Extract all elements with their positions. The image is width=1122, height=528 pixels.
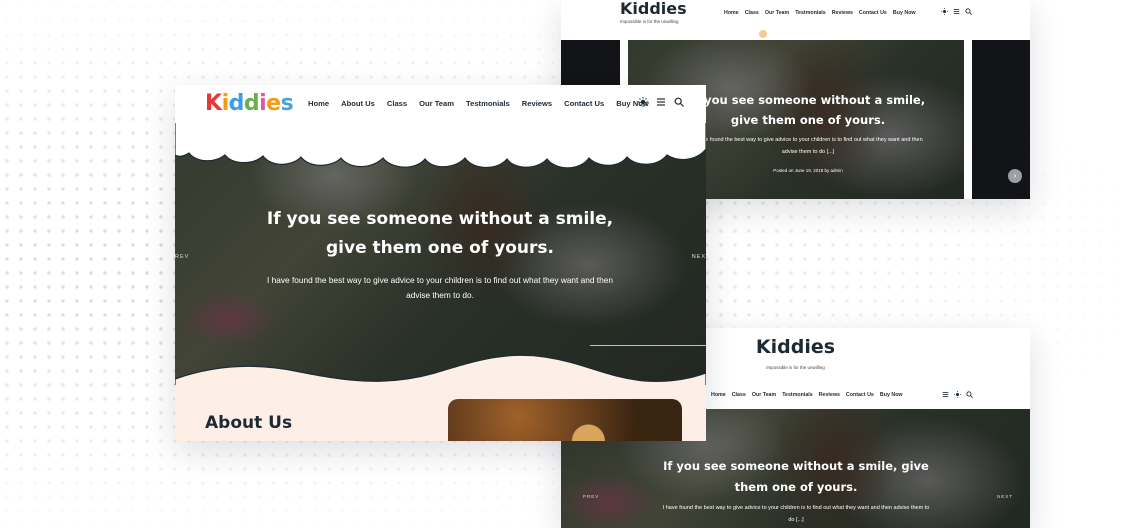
about-image [448, 399, 682, 441]
section-title: About Us [205, 413, 293, 433]
nav-item-home[interactable]: Home [711, 392, 726, 398]
main-nav: Home About Us Class Our Team Testmonials… [308, 99, 649, 108]
post-meta: Posted on June 19, 2018 by admin [773, 168, 843, 173]
scroll-indicator-dot [759, 30, 767, 38]
sun-icon[interactable] [954, 391, 961, 398]
header: Kiddies Impossible is for the unwilling … [561, 0, 1030, 40]
about-section: About Us [175, 385, 706, 441]
nav-item-buy-now[interactable]: Buy Now [893, 10, 916, 16]
next-slide-button[interactable]: NEXT [997, 494, 1013, 499]
nav-item-class[interactable]: Class [387, 99, 407, 108]
search-icon[interactable] [966, 391, 973, 398]
nav-item-our-team[interactable]: Our Team [765, 10, 789, 16]
nav-item-reviews[interactable]: Reviews [832, 10, 853, 16]
nav-item-buy-now[interactable]: Buy Now [880, 392, 903, 398]
logo[interactable]: Kiddies [205, 90, 294, 116]
hero-caption: If you see someone without a smile, give… [688, 90, 928, 173]
nav-item-class[interactable]: Class [745, 10, 759, 16]
nav-item-home[interactable]: Home [308, 99, 329, 108]
nav-item-contact-us[interactable]: Contact Us [564, 99, 604, 108]
header-tools [638, 97, 684, 107]
nav-item-reviews[interactable]: Reviews [819, 392, 840, 398]
header-tools [941, 8, 972, 15]
menu-icon[interactable] [656, 97, 666, 107]
header: Kiddies Home About Us Class Our Team Tes… [175, 85, 706, 123]
main-nav: Home Class Our Team Testmonials Reviews … [724, 10, 916, 16]
nav-item-about-us[interactable]: About Us [341, 99, 375, 108]
sun-icon[interactable] [941, 8, 948, 15]
search-icon[interactable] [674, 97, 684, 107]
nav-item-contact-us[interactable]: Contact Us [846, 392, 874, 398]
nav-item-testmonials[interactable]: Testmonials [782, 392, 813, 398]
hero-title: If you see someone without a smile, give… [663, 459, 929, 494]
menu-icon[interactable] [942, 391, 949, 398]
next-slide-button[interactable]: NEX [692, 254, 706, 260]
prev-slide-button[interactable]: REV [175, 254, 189, 260]
main-nav: Home Class Our Team Testmonials Reviews … [711, 392, 903, 398]
hero-subtitle: I have found the best way to give advice… [662, 505, 930, 523]
cloud-divider [175, 115, 706, 169]
hero-subtitle: I have found the best way to give advice… [693, 137, 923, 155]
main-page-card: Kiddies Home About Us Class Our Team Tes… [175, 85, 706, 441]
tagline: Impossible is for the unwilling [620, 19, 679, 24]
next-arrow-button[interactable]: › [1008, 169, 1022, 183]
hero-subtitle: I have found the best way to give advice… [267, 275, 613, 300]
nav-item-home[interactable]: Home [724, 10, 739, 16]
hero-title: If you see someone without a smile, give… [690, 93, 926, 127]
nav-item-reviews[interactable]: Reviews [522, 99, 552, 108]
hero-caption: If you see someone without a smile, give… [661, 456, 931, 526]
nav-item-class[interactable]: Class [732, 392, 746, 398]
hero-caption: If you see someone without a smile, give… [265, 205, 615, 303]
sun-icon[interactable] [638, 97, 648, 107]
menu-icon[interactable] [953, 8, 960, 15]
nav-item-our-team[interactable]: Our Team [419, 99, 454, 108]
nav-item-our-team[interactable]: Our Team [752, 392, 776, 398]
search-icon[interactable] [965, 8, 972, 15]
nav-item-contact-us[interactable]: Contact Us [859, 10, 887, 16]
prev-slide-button[interactable]: PREV [583, 494, 599, 499]
header-tools [942, 391, 973, 398]
nav-item-testmonials[interactable]: Testmonials [466, 99, 510, 108]
nav-item-testmonials[interactable]: Testmonials [795, 10, 826, 16]
logo[interactable]: Kiddies [620, 0, 687, 18]
hero-title: If you see someone without a smile, give… [266, 209, 614, 258]
